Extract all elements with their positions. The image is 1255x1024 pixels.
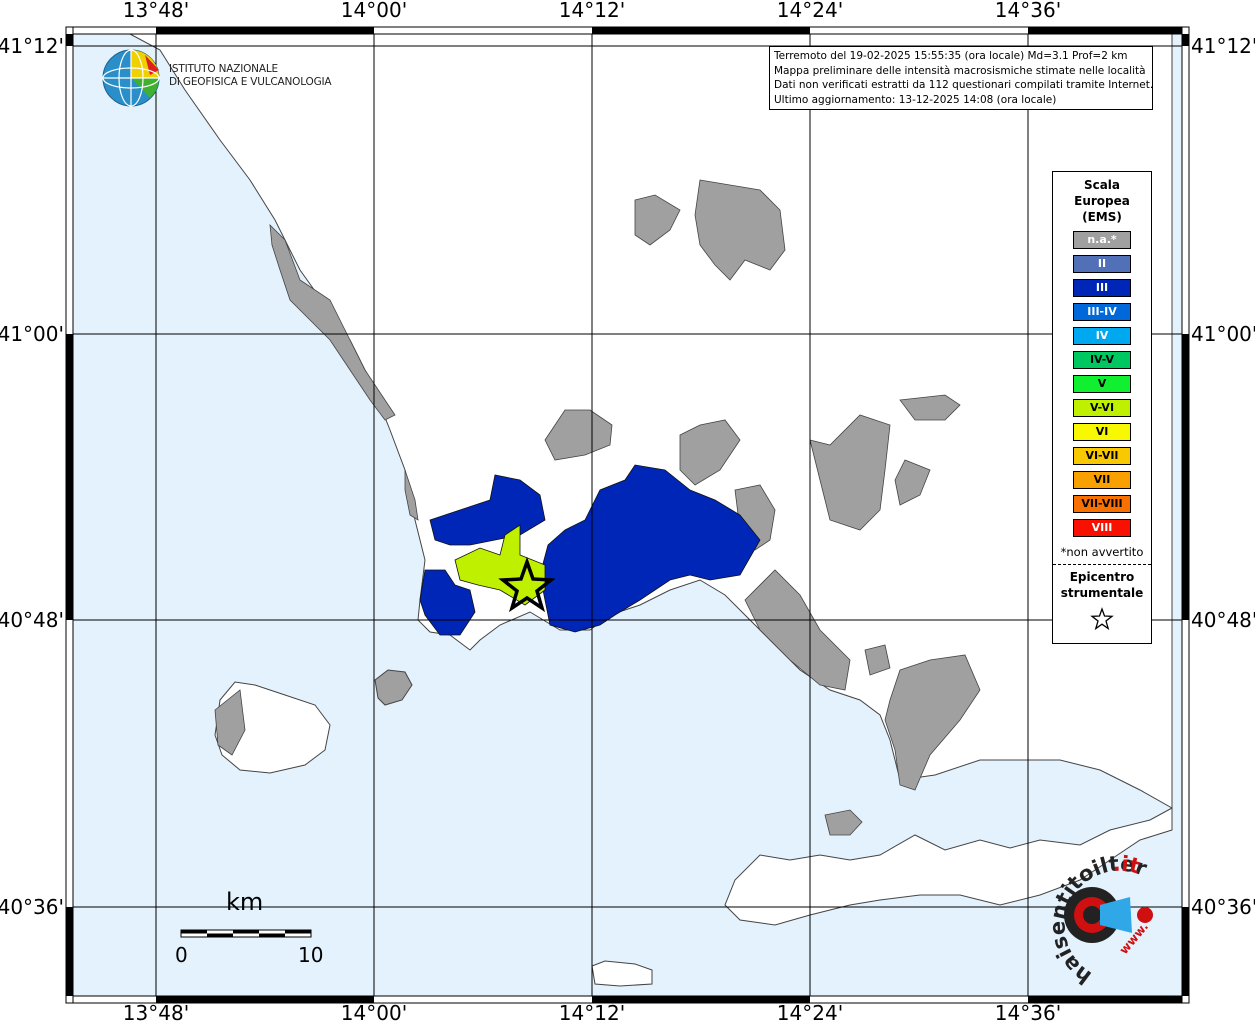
ingv-logo-line2: DI GEOFISICA E VULCANOLOGIA xyxy=(169,76,332,88)
intensity-legend: Scala Europea (EMS) n.a.* II III III-IV IV IV… xyxy=(1052,171,1152,644)
legend-star-icon xyxy=(1090,607,1114,631)
legend-item-11: VII-VIII xyxy=(1073,495,1131,513)
lat-tick-right-2: 41°00' xyxy=(1191,322,1255,346)
event-info-line2: Mappa preliminare delle intensità macros… xyxy=(774,64,1146,77)
legend-item-5: IV-V xyxy=(1073,351,1131,369)
scalebar-unit-label: km xyxy=(226,888,264,916)
lon-tick-bottom-4: 14°24' xyxy=(777,1001,843,1024)
legend-item-2: III xyxy=(1073,279,1131,297)
ingv-logo-text: ISTITUTO NAZIONALE DI GEOFISICA E VULCAN… xyxy=(169,63,332,89)
legend-item-12: VIII xyxy=(1073,519,1131,537)
legend-title-line1: Scala xyxy=(1083,178,1121,192)
legend-title-line2: Europea xyxy=(1074,194,1130,208)
lon-tick-bottom-5: 14°36' xyxy=(995,1001,1061,1024)
lon-tick-bottom-3: 14°12' xyxy=(559,1001,625,1024)
legend-item-4: IV xyxy=(1073,327,1131,345)
legend-separator xyxy=(1053,564,1151,565)
legend-item-9: VI-VII xyxy=(1073,447,1131,465)
scalebar-min-label: 0 xyxy=(175,943,188,967)
lon-tick-top-5: 14°36' xyxy=(995,0,1061,22)
event-info-line4: Ultimo aggiornamento: 13-12-2025 14:08 (… xyxy=(774,93,1057,106)
lat-tick-left-4: 40°36' xyxy=(0,895,64,919)
scalebar-max-label: 10 xyxy=(298,943,324,967)
event-info-line3: Dati non verificati estratti da 112 ques… xyxy=(774,79,1154,91)
lon-tick-top-2: 14°00' xyxy=(341,0,407,22)
lon-tick-bottom-2: 14°00' xyxy=(341,1001,407,1024)
legend-item-7: V-VI xyxy=(1073,399,1131,417)
legend-item-3: III-IV xyxy=(1073,303,1131,321)
lat-tick-right-3: 40°48' xyxy=(1191,608,1255,632)
lon-tick-bottom-1: 13°48' xyxy=(123,1001,189,1024)
legend-epicenter-line2: strumentale xyxy=(1060,586,1144,600)
lat-tick-right-1: 41°12' xyxy=(1191,34,1255,58)
legend-item-6: V xyxy=(1073,375,1131,393)
event-info-box: Terremoto del 19-02-2025 15:55:35 (ora l… xyxy=(769,46,1153,110)
lon-tick-top-1: 13°48' xyxy=(123,0,189,22)
legend-item-10: VII xyxy=(1073,471,1131,489)
ingv-logo-globe xyxy=(102,49,160,107)
legend-item-8: VI xyxy=(1073,423,1131,441)
lat-tick-right-4: 40°36' xyxy=(1191,895,1255,919)
lat-tick-left-3: 40°48' xyxy=(0,608,64,632)
lon-tick-top-4: 14°24' xyxy=(777,0,843,22)
legend-epicenter-label: Epicentro strumentale xyxy=(1053,569,1151,601)
scale-bar xyxy=(180,929,312,938)
lat-tick-left-2: 41°00' xyxy=(0,322,64,346)
legend-item-0: n.a.* xyxy=(1073,231,1131,249)
ingv-logo-line1: ISTITUTO NAZIONALE xyxy=(169,63,278,75)
lat-tick-left-1: 41°12' xyxy=(0,34,64,58)
legend-title-line3: (EMS) xyxy=(1082,210,1122,224)
legend-items: n.a.* II III III-IV IV IV-V V V-VI VI VI-VII VII VI… xyxy=(1053,231,1151,537)
event-info-line1: Terremoto del 19-02-2025 15:55:35 (ora l… xyxy=(774,50,1128,62)
legend-title: Scala Europea (EMS) xyxy=(1053,177,1151,225)
legend-epicenter-line1: Epicentro xyxy=(1069,570,1135,584)
legend-item-1: II xyxy=(1073,255,1131,273)
legend-note: *non avvertito xyxy=(1060,545,1144,559)
lon-tick-top-3: 14°12' xyxy=(559,0,625,22)
